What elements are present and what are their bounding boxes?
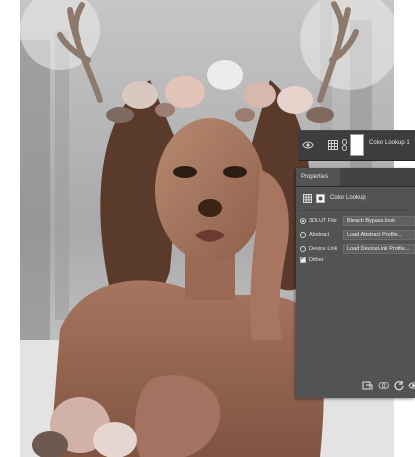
properties-tab-bar: Properties <box>296 168 415 187</box>
option-device-link[interactable]: Device Link Load DeviceLink Profile... <box>300 244 415 255</box>
radio-device-link[interactable] <box>300 246 306 252</box>
chain-icon[interactable] <box>342 139 347 151</box>
mask-icon[interactable] <box>316 194 325 203</box>
device-link-dropdown[interactable]: Load DeviceLink Profile... <box>343 244 415 254</box>
check-icon: ✓ <box>300 256 306 262</box>
abstract-dropdown[interactable]: Load Abstract Profile... <box>343 230 415 240</box>
grid-icon <box>328 140 338 150</box>
radio-3dlut[interactable] <box>300 218 306 224</box>
panel-title: Color Lookup <box>330 195 366 201</box>
adjustment-grid-icon <box>303 194 312 203</box>
visibility-icon[interactable] <box>408 380 415 391</box>
option-label: Device Link <box>309 246 338 252</box>
option-abstract[interactable]: Abstract Load Abstract Profile... <box>300 230 415 241</box>
layer-name[interactable]: Color Lookup 1 <box>369 140 410 146</box>
dither-label: Dither <box>309 257 324 263</box>
clip-to-layer-icon[interactable] <box>362 380 373 391</box>
properties-footer <box>296 376 415 398</box>
radio-abstract[interactable] <box>300 232 306 238</box>
reset-icon[interactable] <box>394 380 405 391</box>
layers-panel-row[interactable]: Color Lookup 1 <box>298 130 415 161</box>
view-previous-icon[interactable] <box>378 380 389 391</box>
option-label: Abstract <box>309 232 330 238</box>
tab-properties[interactable]: Properties <box>296 168 340 186</box>
eye-icon[interactable] <box>302 140 314 150</box>
properties-header: Color Lookup <box>296 190 415 206</box>
divider <box>300 210 411 211</box>
option-3dlut[interactable]: 3DLUT File Bleach Bypass.look <box>300 216 415 227</box>
layer-mask-thumbnail[interactable] <box>350 134 364 156</box>
3dlut-dropdown[interactable]: Bleach Bypass.look <box>343 216 415 226</box>
properties-panel: Properties Color Lookup 3DLUT File Bleac… <box>296 168 415 398</box>
option-label: 3DLUT File <box>309 218 337 224</box>
